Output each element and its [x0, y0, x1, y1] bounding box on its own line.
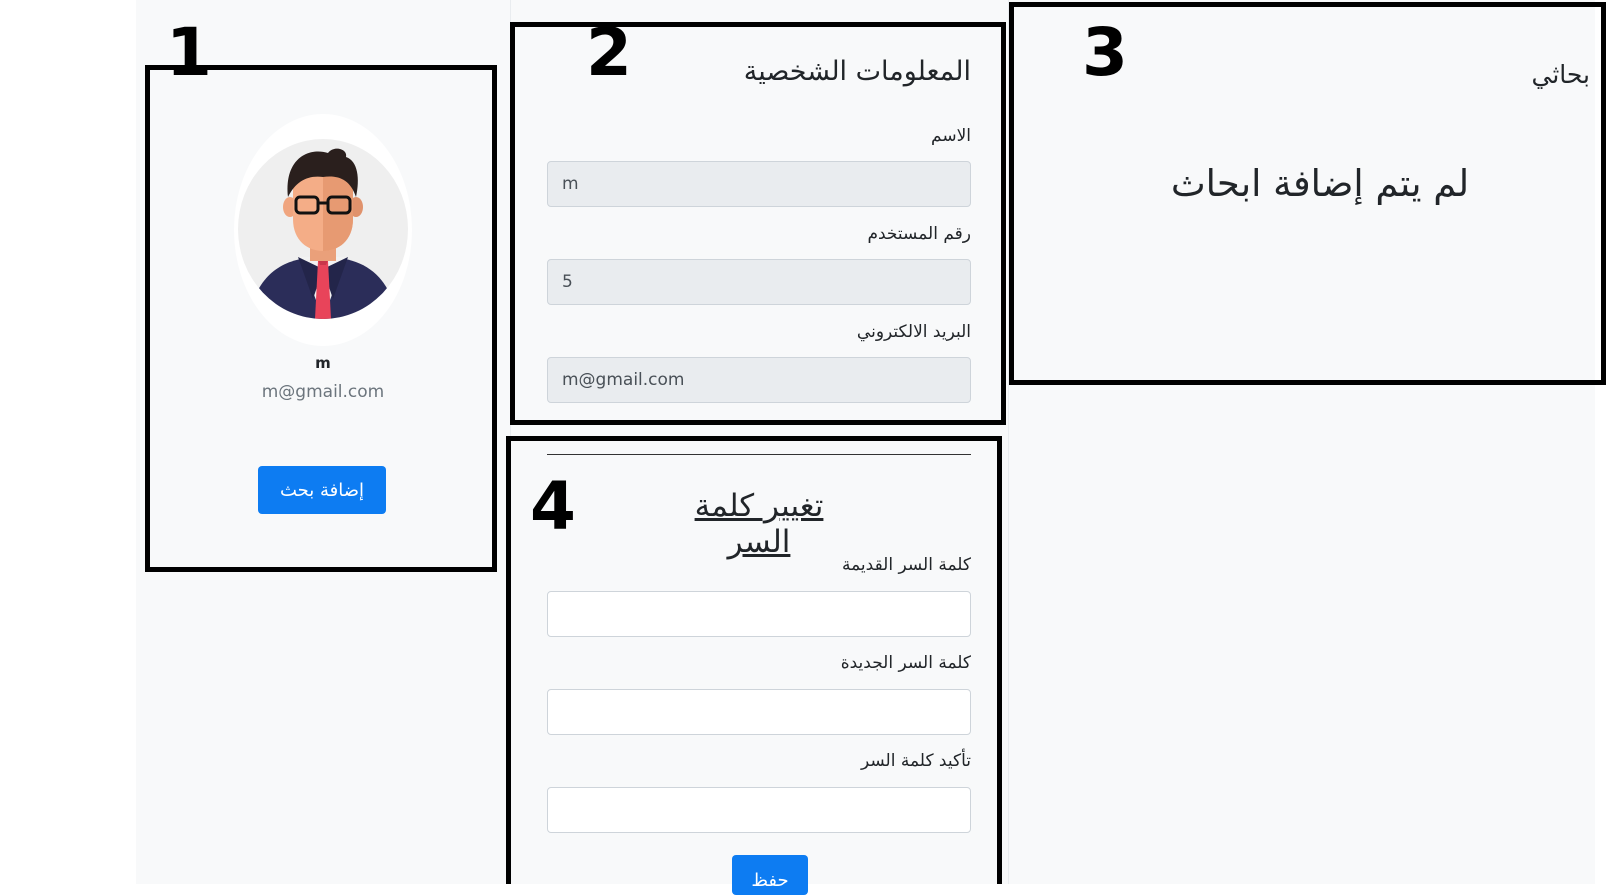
section-divider: [547, 454, 971, 455]
email-field[interactable]: m@gmail.com: [547, 357, 971, 403]
old-password-input[interactable]: [547, 591, 971, 637]
new-password-input[interactable]: [547, 689, 971, 735]
user-id-label: رقم المستخدم: [867, 224, 971, 244]
profile-name: m: [315, 354, 331, 372]
user-id-field[interactable]: 5: [547, 259, 971, 305]
personal-info-title: المعلومات الشخصية: [743, 56, 971, 87]
name-label: الاسم: [931, 126, 971, 146]
annotation-number-3: 3: [1082, 14, 1128, 91]
my-research-title: بحاثي: [1531, 60, 1590, 89]
annotation-number-1: 1: [166, 14, 212, 91]
add-research-button[interactable]: إضافة بحث: [258, 466, 386, 514]
confirm-password-input[interactable]: [547, 787, 971, 833]
old-password-label: كلمة السر القديمة: [841, 555, 971, 575]
avatar: [238, 139, 408, 319]
new-password-label: كلمة السر الجديدة: [840, 653, 971, 673]
email-label: البريد الالكتروني: [856, 322, 971, 342]
save-button[interactable]: حفظ: [732, 855, 808, 895]
confirm-password-label: تأكيد كلمة السر: [861, 751, 971, 771]
name-field[interactable]: m: [547, 161, 971, 207]
businessman-avatar-icon: [248, 148, 398, 319]
change-password-title: تغيير كلمة السر: [694, 488, 824, 560]
profile-email: m@gmail.com: [261, 382, 385, 402]
no-research-message: لم يتم إضافة ابحاث: [1170, 162, 1470, 205]
